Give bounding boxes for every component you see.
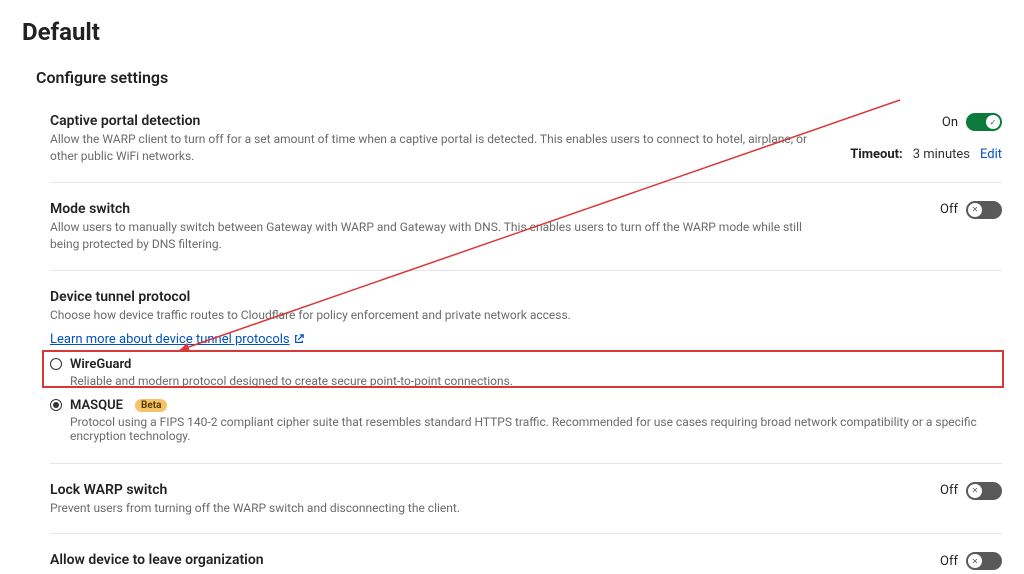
captive-state-label: On: [942, 115, 958, 130]
edit-timeout-link[interactable]: Edit: [980, 147, 1002, 162]
lock-desc: Prevent users from turning off the WARP …: [50, 500, 818, 517]
section-title: Configure settings: [0, 54, 1024, 91]
captive-title: Captive portal detection: [50, 113, 818, 129]
tunnel-desc: Choose how device traffic routes to Clou…: [50, 307, 1002, 324]
setting-device-tunnel-protocol: Device tunnel protocol Choose how device…: [50, 271, 1002, 464]
learn-more-text: Learn more about device tunnel protocols: [50, 332, 290, 347]
allow-leave-state-label: Off: [940, 554, 958, 569]
allow-leave-title: Allow device to leave organization: [50, 552, 818, 568]
mode-switch-toggle[interactable]: ✕: [966, 201, 1002, 219]
masque-label: MASQUE: [70, 398, 123, 413]
wireguard-label: WireGuard: [70, 357, 131, 372]
mode-switch-title: Mode switch: [50, 201, 818, 217]
x-icon: ✕: [968, 203, 982, 217]
mode-switch-desc: Allow users to manually switch between G…: [50, 219, 818, 254]
timeout-value: 3 minutes: [913, 147, 970, 162]
radio-wireguard-row[interactable]: WireGuard: [50, 357, 1002, 372]
external-link-icon: [294, 334, 304, 344]
tunnel-title: Device tunnel protocol: [50, 289, 1002, 305]
timeout-label: Timeout:: [850, 147, 902, 162]
setting-captive-portal: Captive portal detection Allow the WARP …: [50, 95, 1002, 183]
x-icon: ✕: [968, 484, 982, 498]
captive-desc: Allow the WARP client to turn off for a …: [50, 131, 818, 166]
radio-masque-row[interactable]: MASQUE Beta: [50, 398, 1002, 413]
lock-state-label: Off: [940, 483, 958, 498]
lock-toggle[interactable]: ✕: [966, 482, 1002, 500]
page-title: Default: [0, 0, 1024, 54]
captive-toggle[interactable]: ✓: [966, 113, 1002, 131]
setting-allow-leave: Allow device to leave organization Off ✕: [50, 534, 1002, 574]
check-icon: ✓: [986, 115, 1000, 129]
setting-lock-warp-switch: Lock WARP switch Prevent users from turn…: [50, 464, 1002, 534]
setting-mode-switch: Mode switch Allow users to manually swit…: [50, 183, 1002, 271]
radio-masque[interactable]: [50, 399, 62, 411]
lock-title: Lock WARP switch: [50, 482, 818, 498]
x-icon: ✕: [968, 554, 982, 568]
allow-leave-toggle[interactable]: ✕: [966, 552, 1002, 570]
masque-desc: Protocol using a FIPS 140-2 compliant ci…: [70, 415, 1002, 443]
beta-badge: Beta: [135, 399, 168, 412]
radio-wireguard[interactable]: [50, 358, 62, 370]
learn-more-link[interactable]: Learn more about device tunnel protocols: [50, 332, 304, 347]
mode-switch-state-label: Off: [940, 202, 958, 217]
wireguard-desc: Reliable and modern protocol designed to…: [70, 374, 1002, 388]
